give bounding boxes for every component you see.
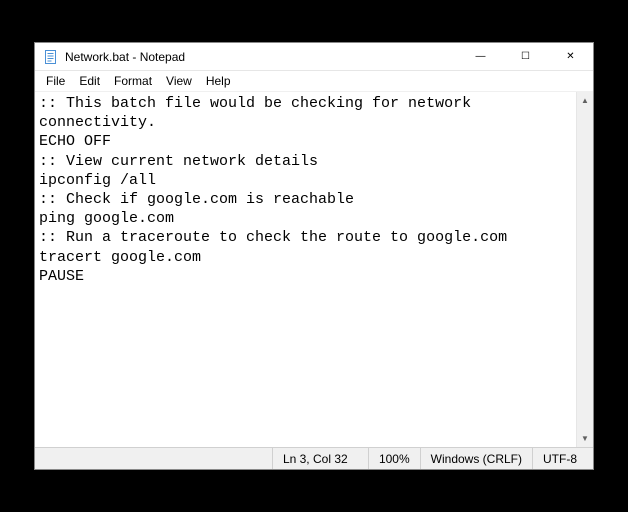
scroll-down-arrow[interactable]: ▼ xyxy=(577,430,593,447)
editor-wrap: :: This batch file would be checking for… xyxy=(35,91,593,447)
text-editor[interactable]: :: This batch file would be checking for… xyxy=(35,92,576,447)
status-line-ending: Windows (CRLF) xyxy=(420,448,532,469)
menu-help[interactable]: Help xyxy=(199,73,238,89)
status-position: Ln 3, Col 32 xyxy=(272,448,368,469)
menu-format[interactable]: Format xyxy=(107,73,159,89)
notepad-window: Network.bat - Notepad — ☐ ✕ File Edit Fo… xyxy=(34,42,594,470)
menu-file[interactable]: File xyxy=(39,73,72,89)
window-title: Network.bat - Notepad xyxy=(65,50,185,64)
close-icon: ✕ xyxy=(566,51,574,62)
vertical-scrollbar[interactable]: ▲ ▼ xyxy=(576,92,593,447)
minimize-icon: — xyxy=(476,51,486,62)
menubar: File Edit Format View Help xyxy=(35,71,593,91)
menu-edit[interactable]: Edit xyxy=(72,73,107,89)
scroll-up-arrow[interactable]: ▲ xyxy=(577,92,593,109)
statusbar: Ln 3, Col 32 100% Windows (CRLF) UTF-8 xyxy=(35,447,593,469)
close-button[interactable]: ✕ xyxy=(548,43,593,71)
status-encoding: UTF-8 xyxy=(532,448,593,469)
status-zoom: 100% xyxy=(368,448,420,469)
notepad-icon xyxy=(43,49,59,65)
minimize-button[interactable]: — xyxy=(458,43,503,71)
menu-view[interactable]: View xyxy=(159,73,199,89)
titlebar[interactable]: Network.bat - Notepad — ☐ ✕ xyxy=(35,43,593,71)
maximize-button[interactable]: ☐ xyxy=(503,43,548,71)
maximize-icon: ☐ xyxy=(521,51,530,62)
